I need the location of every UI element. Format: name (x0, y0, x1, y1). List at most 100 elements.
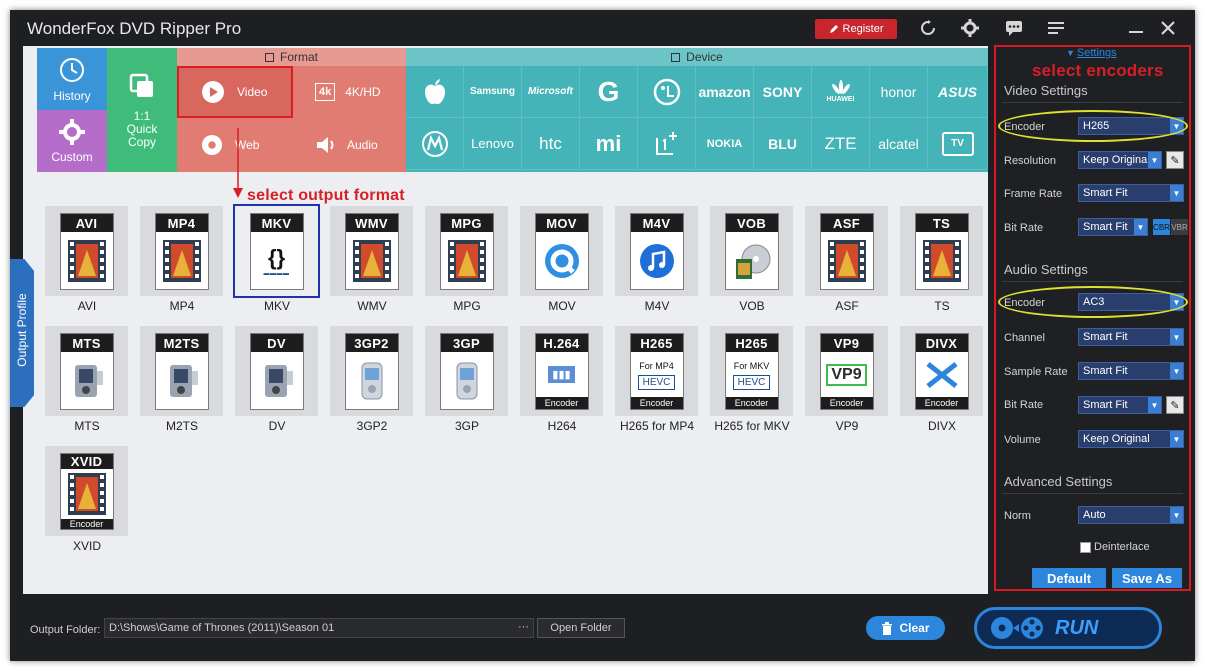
format-tile[interactable]: VP9 VP9 Encoder VP9 (805, 326, 888, 433)
format-4k-button[interactable]: 4k 4K/HD (293, 66, 406, 118)
format-tile[interactable]: AVI AVI (45, 206, 128, 313)
format-badge: ASF (820, 214, 873, 232)
format-thumbnail: XVID Encoder (59, 453, 114, 530)
device-sony[interactable]: SONY (754, 66, 812, 118)
format-tile[interactable]: VOB VOB (710, 206, 793, 313)
open-folder-button[interactable]: Open Folder (537, 618, 625, 638)
norm-value: Auto (1083, 509, 1106, 521)
save-as-button[interactable]: Save As (1112, 568, 1182, 588)
device-alcatel[interactable]: alcatel (870, 118, 928, 170)
device-asus[interactable]: ASUS (928, 66, 988, 118)
format-tile[interactable]: ASF ASF (805, 206, 888, 313)
audio-bitrate-select[interactable]: Smart Fit ▼ (1078, 396, 1162, 414)
deinterlace-checkbox[interactable] (1080, 541, 1091, 553)
motorola-icon[interactable] (406, 118, 464, 170)
minimize-icon[interactable] (1126, 18, 1146, 38)
format-thumbnail: MTS (59, 333, 114, 410)
deinterlace-option[interactable]: Deinterlace (1080, 541, 1150, 553)
format-tile[interactable]: TS TS (900, 206, 983, 313)
video-bitrate-select[interactable]: Smart Fit ▼ (1078, 218, 1148, 236)
deinterlace-label: Deinterlace (1094, 541, 1150, 553)
device-zte[interactable]: ZTE (812, 118, 870, 170)
device-mi[interactable]: mi (580, 118, 638, 170)
chevron-down-icon: ▼ (1148, 152, 1161, 168)
format-tile[interactable]: 3GP 3GP (425, 326, 508, 433)
samplerate-select[interactable]: Smart Fit ▼ (1078, 362, 1184, 380)
device-honor[interactable]: honor (870, 66, 928, 118)
refresh-icon[interactable] (918, 18, 938, 38)
braces-icon: {} (267, 244, 286, 270)
custom-button[interactable]: Custom (37, 110, 107, 172)
itunes-icon (639, 243, 674, 278)
device-microsoft[interactable]: Microsoft (522, 66, 580, 118)
settings-tab[interactable]: ▼ Settings (1066, 47, 1117, 59)
clear-button[interactable]: Clear (866, 616, 945, 640)
film-reel-icon (162, 239, 201, 282)
edit-icon[interactable]: ✎ (1166, 396, 1184, 414)
custom-label: Custom (51, 150, 93, 164)
history-button[interactable]: History (37, 48, 107, 110)
format-tile[interactable]: WMV WMV (330, 206, 413, 313)
encoder-strip: Encoder (60, 519, 113, 529)
format-tile[interactable]: MOV MOV (520, 206, 603, 313)
channel-label: Channel (1004, 332, 1045, 344)
format-tile[interactable]: MP4 MP4 (140, 206, 223, 313)
tv-icon[interactable]: TV (928, 118, 988, 170)
format-tile[interactable]: DV DV (235, 326, 318, 433)
apple-icon[interactable] (406, 66, 464, 118)
edit-icon[interactable]: ✎ (1166, 151, 1184, 169)
cbr-toggle[interactable]: CBR (1153, 219, 1170, 235)
channel-select[interactable]: Smart Fit ▼ (1078, 328, 1184, 346)
norm-select[interactable]: Auto ▼ (1078, 506, 1184, 524)
output-profile-tab[interactable]: Output Profile (10, 259, 34, 407)
format-audio-button[interactable]: Audio (293, 118, 406, 172)
device-htc[interactable]: htc (522, 118, 580, 170)
format-tile[interactable]: M4V M4V (615, 206, 698, 313)
format-video-button[interactable]: Video (177, 66, 293, 118)
menu-icon[interactable] (1046, 18, 1066, 38)
device-nokia[interactable]: NOKIA (696, 118, 754, 170)
close-icon[interactable] (1158, 18, 1178, 38)
framerate-select[interactable]: Smart Fit ▼ (1078, 184, 1184, 202)
google-icon[interactable]: G (580, 66, 638, 118)
browse-button[interactable]: ··· (518, 621, 529, 633)
lg-icon[interactable] (638, 66, 696, 118)
chevron-down-icon: ▼ (1170, 329, 1183, 345)
format-tile[interactable]: MPG MPG (425, 206, 508, 313)
device-samsung[interactable]: Samsung (464, 66, 522, 118)
run-button[interactable]: RUN (974, 607, 1162, 649)
huawei-icon[interactable]: HUAWEI (812, 66, 870, 118)
advanced-settings-header: Advanced Settings (1004, 474, 1113, 489)
resolution-select[interactable]: Keep Original ▼ (1078, 151, 1162, 169)
film-reel-icon (922, 239, 961, 282)
format-badge: TS (915, 214, 968, 232)
vbr-toggle[interactable]: VBR (1171, 219, 1188, 235)
register-label: Register (842, 23, 884, 35)
h264-logo: ▮▮▮ (548, 366, 575, 383)
format-tile[interactable]: H265 For MKV HEVC Encoder H265 for MKV (710, 326, 793, 433)
gear-icon[interactable] (960, 18, 980, 38)
quick-copy-button[interactable]: 1:1 Quick Copy (107, 48, 177, 172)
device-blu[interactable]: BLU (754, 118, 812, 170)
output-folder-input[interactable]: D:\Shows\Game of Thrones (2011)\Season 0… (104, 618, 534, 638)
format-tile[interactable]: M2TS M2TS (140, 326, 223, 433)
volume-select[interactable]: Keep Original ▼ (1078, 430, 1184, 448)
video-settings-header: Video Settings (1004, 83, 1088, 98)
format-tile[interactable]: MTS MTS (45, 326, 128, 433)
chat-icon[interactable] (1004, 18, 1024, 38)
format-art (61, 352, 113, 409)
format-tile[interactable]: MKV{} ▬▬▬▬ MKV (233, 204, 320, 313)
oneplus-icon[interactable] (638, 118, 696, 170)
device-lenovo[interactable]: Lenovo (464, 118, 522, 170)
default-button[interactable]: Default (1032, 568, 1106, 588)
format-tile[interactable]: 3GP2 3GP2 (330, 326, 413, 433)
format-tile[interactable]: H265 For MP4 HEVC Encoder H265 for MP4 (615, 326, 698, 433)
format-thumbnail: MP4 (154, 213, 209, 290)
device-amazon[interactable]: amazon (696, 66, 754, 118)
format-tile[interactable]: DIVX Encoder DIVX (900, 326, 983, 433)
format-tile[interactable]: H.264 ▮▮▮ Encoder H264 (520, 326, 603, 433)
format-tile[interactable]: XVID Encoder XVID (45, 446, 128, 553)
register-button[interactable]: Register (815, 19, 897, 39)
samplerate-label: Sample Rate (1004, 366, 1068, 378)
4k-label: 4K/HD (345, 85, 381, 99)
